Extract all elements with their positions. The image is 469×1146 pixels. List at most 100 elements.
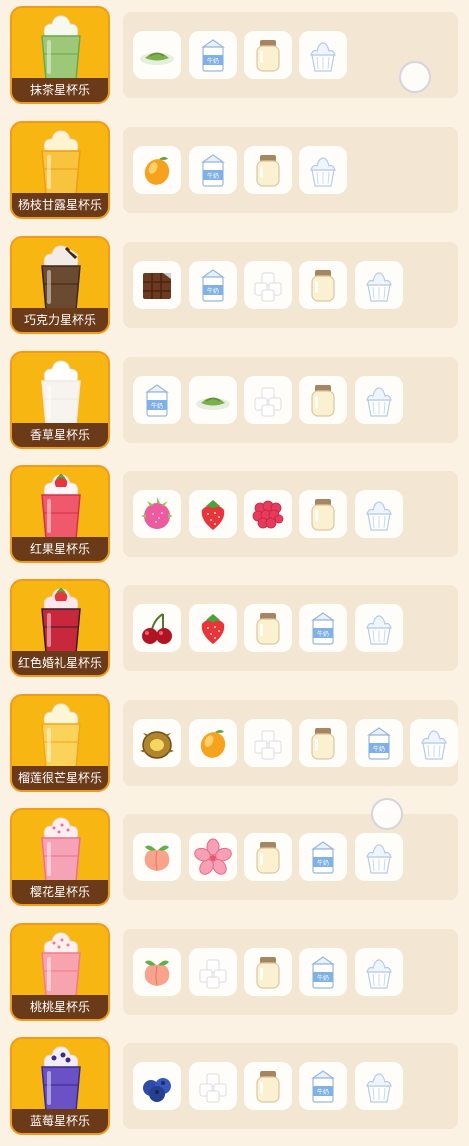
milk-carton-icon: 牛奶 <box>367 727 391 760</box>
matcha-powder-icon <box>140 52 174 65</box>
ingredient-slot[interactable] <box>299 376 347 424</box>
chocolate-bar-icon <box>143 273 171 299</box>
ingredient-slot[interactable] <box>299 31 347 79</box>
recipe-row: 红果星杯乐 <box>0 459 469 563</box>
ingredient-slot[interactable] <box>189 376 237 424</box>
pudding-jar-icon <box>256 40 280 72</box>
ingredient-slot[interactable] <box>244 490 292 538</box>
recipe-card[interactable]: 抹茶星杯乐 <box>10 6 110 104</box>
ingredient-slot[interactable]: 牛奶 <box>299 1062 347 1110</box>
ingredient-slot[interactable] <box>299 261 347 309</box>
ingredient-panel <box>123 471 458 557</box>
ingredient-slot[interactable] <box>355 376 403 424</box>
ingredient-slot[interactable] <box>189 604 237 652</box>
recipe-card[interactable]: 蓝莓星杯乐 <box>10 1037 110 1135</box>
ingredient-slot[interactable]: 牛奶 <box>133 376 181 424</box>
ingredient-slot[interactable] <box>244 146 292 194</box>
ingredient-slot[interactable] <box>189 1062 237 1110</box>
sakura-icon <box>194 838 232 875</box>
recipe-row: 蓝莓星杯乐 牛奶 <box>0 1031 469 1135</box>
recipe-card[interactable]: 红色婚礼星杯乐 <box>10 579 110 677</box>
svg-text:牛奶: 牛奶 <box>373 745 385 753</box>
ingredient-slot[interactable] <box>133 833 181 881</box>
whipped-cream-icon <box>366 615 392 645</box>
sugar-cubes-icon <box>254 272 282 302</box>
ingredient-slot[interactable] <box>355 604 403 652</box>
drink-icon <box>41 932 81 1000</box>
ingredient-slot[interactable]: 牛奶 <box>355 719 403 767</box>
strawberry-icon <box>201 500 225 530</box>
ingredient-slot[interactable] <box>244 833 292 881</box>
recipe-card[interactable]: 巧克力星杯乐 <box>10 236 110 334</box>
recipe-row: 桃桃星杯乐 牛奶 <box>0 917 469 1021</box>
ingredient-slot[interactable]: 牛奶 <box>189 261 237 309</box>
ingredient-slot[interactable] <box>355 948 403 996</box>
milk-carton-icon: 牛奶 <box>311 1070 335 1103</box>
ingredient-slot[interactable] <box>244 376 292 424</box>
ingredient-slot[interactable] <box>244 31 292 79</box>
svg-text:牛奶: 牛奶 <box>151 402 163 410</box>
ingredient-slot[interactable]: 牛奶 <box>299 604 347 652</box>
ingredient-panel: 牛奶 <box>123 700 458 786</box>
ingredient-slot[interactable] <box>299 146 347 194</box>
ingredient-slot[interactable] <box>410 719 458 767</box>
recipe-card[interactable]: 樱花星杯乐 <box>10 808 110 906</box>
ingredient-slot[interactable] <box>189 719 237 767</box>
ingredient-slot[interactable] <box>244 1062 292 1110</box>
ingredient-slot[interactable] <box>189 833 237 881</box>
recipe-name: 桃桃星杯乐 <box>12 995 108 1019</box>
recipe-card[interactable]: 桃桃星杯乐 <box>10 923 110 1021</box>
recipe-name: 杨枝甘露星杯乐 <box>12 193 108 217</box>
ingredient-slot[interactable] <box>244 261 292 309</box>
sugar-cubes-icon <box>199 959 227 989</box>
ingredient-slot[interactable] <box>244 604 292 652</box>
recipe-card[interactable]: 香草星杯乐 <box>10 351 110 449</box>
ingredient-slot[interactable] <box>133 146 181 194</box>
svg-text:牛奶: 牛奶 <box>207 57 219 65</box>
milk-carton-icon: 牛奶 <box>145 384 169 417</box>
matcha-powder-icon <box>196 397 230 410</box>
ingredient-panel: 牛奶 <box>123 585 458 671</box>
ingredient-slot[interactable] <box>133 490 181 538</box>
ingredient-slot[interactable] <box>133 31 181 79</box>
ingredient-slot[interactable] <box>299 490 347 538</box>
ingredient-slot[interactable] <box>244 948 292 996</box>
recipe-card[interactable]: 红果星杯乐 <box>10 465 110 563</box>
pudding-jar-icon <box>256 842 280 874</box>
whipped-cream-icon <box>366 959 392 989</box>
recipe-card[interactable]: 杨枝甘露星杯乐 <box>10 121 110 219</box>
mango-icon <box>200 730 226 758</box>
ingredient-slot[interactable] <box>133 948 181 996</box>
ingredient-slot[interactable] <box>355 490 403 538</box>
drink-icon <box>41 817 81 885</box>
ingredient-slot[interactable]: 牛奶 <box>189 146 237 194</box>
cherry-icon <box>142 613 172 644</box>
pudding-jar-icon <box>256 1071 280 1103</box>
ingredient-slot[interactable] <box>355 833 403 881</box>
ingredient-slot[interactable] <box>355 1062 403 1110</box>
ingredient-slot[interactable]: 牛奶 <box>299 948 347 996</box>
ingredient-slot[interactable] <box>189 490 237 538</box>
pudding-jar-icon <box>311 499 335 531</box>
ingredient-slot[interactable] <box>244 719 292 767</box>
ingredient-slot[interactable] <box>133 604 181 652</box>
recipe-name: 蓝莓星杯乐 <box>12 1109 108 1133</box>
ingredient-slot[interactable] <box>299 719 347 767</box>
whipped-cream-icon <box>366 844 392 874</box>
ingredient-slot[interactable] <box>355 261 403 309</box>
ingredient-slot[interactable] <box>133 719 181 767</box>
recipe-name: 樱花星杯乐 <box>12 880 108 904</box>
pudding-jar-icon <box>256 613 280 645</box>
ingredient-slot[interactable]: 牛奶 <box>189 31 237 79</box>
recipe-row: 巧克力星杯乐 牛奶 <box>0 230 469 334</box>
svg-text:牛奶: 牛奶 <box>317 859 329 867</box>
ingredient-slot[interactable] <box>189 948 237 996</box>
ingredient-slot[interactable]: 牛奶 <box>299 833 347 881</box>
whipped-cream-icon <box>366 1073 392 1103</box>
recipe-card[interactable]: 榴莲很芒星杯乐 <box>10 694 110 792</box>
whipped-cream-icon <box>366 272 392 302</box>
ingredient-slot[interactable] <box>133 1062 181 1110</box>
drink-icon <box>41 360 81 428</box>
ingredient-slot[interactable] <box>133 261 181 309</box>
drink-icon <box>41 703 81 771</box>
